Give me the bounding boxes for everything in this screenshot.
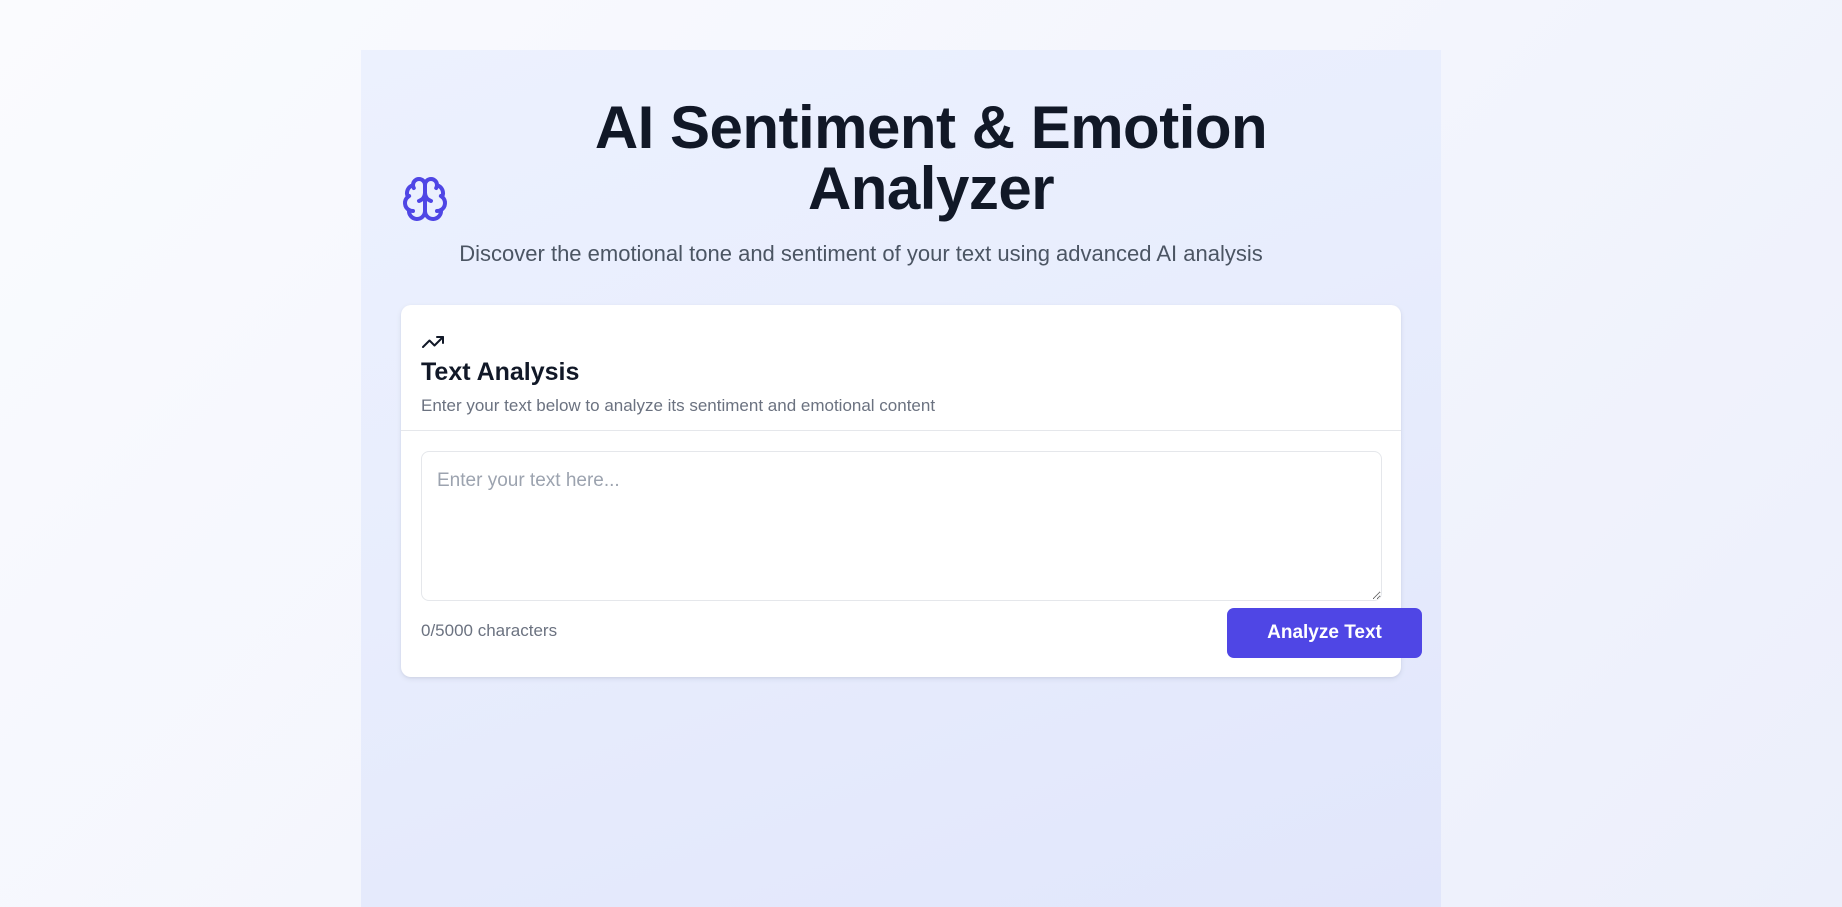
text-analysis-card: Text Analysis Enter your text below to a…: [401, 305, 1422, 677]
trending-up-icon: [421, 330, 445, 354]
text-input[interactable]: [421, 451, 1382, 601]
card-header: Text Analysis Enter your text below to a…: [401, 305, 1401, 431]
character-count: 0/5000 characters: [421, 621, 558, 640]
card-description: Enter your text below to analyze its sen…: [421, 396, 936, 415]
page-header: AI Sentiment & Emotion Analyzer: [401, 95, 1401, 260]
card-title: Text Analysis: [421, 358, 580, 386]
main-container: AI Sentiment & Emotion Analyzer Discover…: [361, 50, 1441, 907]
page-subtitle: Discover the emotional tone and sentimen…: [459, 241, 1263, 266]
analyze-text-button[interactable]: Analyze Text: [1227, 608, 1422, 658]
page-title: AI Sentiment & Emotion Analyzer: [594, 94, 1268, 222]
brain-icon: [401, 175, 449, 223]
